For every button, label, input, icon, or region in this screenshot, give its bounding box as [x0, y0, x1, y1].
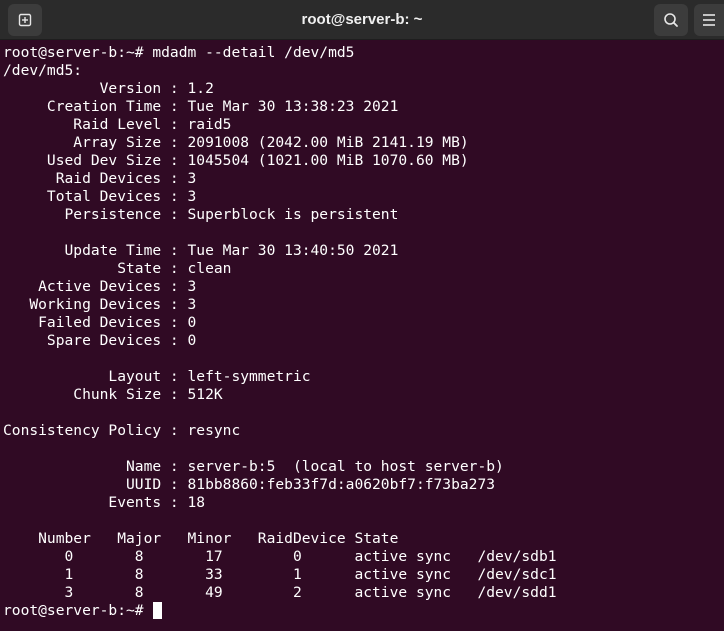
terminal-output[interactable]: root@server-b:~# mdadm --detail /dev/md5…	[0, 44, 724, 631]
terminal-line: Array Size : 2091008 (2042.00 MiB 2141.1…	[3, 134, 469, 151]
title-bar: root@server-b: ~	[0, 0, 724, 40]
terminal-line: Raid Level : raid5	[3, 116, 232, 133]
menu-button[interactable]	[694, 4, 724, 36]
terminal-line: Update Time : Tue Mar 30 13:40:50 2021	[3, 242, 399, 259]
terminal-line: Consistency Policy : resync	[3, 422, 241, 439]
terminal-line: Raid Devices : 3	[3, 170, 197, 187]
search-icon	[664, 13, 678, 27]
terminal-line: Active Devices : 3	[3, 278, 197, 295]
terminal-line: root@server-b:~# mdadm --detail /dev/md5	[3, 44, 355, 61]
terminal-line: Failed Devices : 0	[3, 314, 197, 331]
terminal-line: 3 8 49 2 active sync /dev/sdd1	[3, 584, 557, 601]
terminal-line: State : clean	[3, 260, 232, 277]
window-title: root@server-b: ~	[301, 11, 423, 28]
terminal-line: Creation Time : Tue Mar 30 13:38:23 2021	[3, 98, 399, 115]
terminal-line: Persistence : Superblock is persistent	[3, 206, 399, 223]
text-cursor	[153, 602, 163, 619]
terminal-window: root@server-b: ~ root@server-b:~# mdadm …	[0, 0, 724, 631]
prompt-line[interactable]: root@server-b:~#	[3, 602, 724, 620]
terminal-line: Working Devices : 3	[3, 296, 197, 313]
terminal-line: UUID : 81bb8860:feb33f7d:a0620bf7:f73ba2…	[3, 476, 496, 493]
shell-prompt: root@server-b:~#	[3, 602, 153, 619]
terminal-line: Used Dev Size : 1045504 (1021.00 MiB 107…	[3, 152, 469, 169]
terminal-line: Version : 1.2	[3, 80, 214, 97]
terminal-line: Number Major Minor RaidDevice State	[3, 530, 399, 547]
terminal-line: Total Devices : 3	[3, 188, 197, 205]
terminal-line: Name : server-b:5 (local to host server-…	[3, 458, 504, 475]
hamburger-menu-icon	[703, 14, 715, 26]
terminal-line: 0 8 17 0 active sync /dev/sdb1	[3, 548, 557, 565]
terminal-line: /dev/md5:	[3, 62, 83, 79]
terminal-line: 1 8 33 1 active sync /dev/sdc1	[3, 566, 557, 583]
search-button[interactable]	[654, 4, 688, 36]
terminal-line: Layout : left-symmetric	[3, 368, 311, 385]
terminal-line: Chunk Size : 512K	[3, 386, 223, 403]
terminal-line: Spare Devices : 0	[3, 332, 197, 349]
terminal-line: Events : 18	[3, 494, 206, 511]
